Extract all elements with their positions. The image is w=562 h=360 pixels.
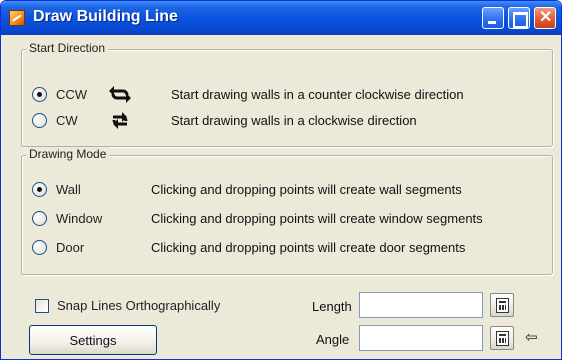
cw-radio[interactable] — [32, 113, 47, 128]
arrow-left-icon: ⇦ — [525, 329, 538, 346]
window-title: Draw Building Line — [33, 8, 178, 25]
calculator-icon — [496, 298, 509, 313]
rotate-cw-icon — [112, 112, 128, 129]
reverse-button[interactable]: ⇦ — [521, 326, 545, 350]
door-label: Door — [56, 240, 85, 255]
length-calculator-button[interactable] — [490, 293, 514, 317]
door-description: Clicking and dropping points will create… — [151, 240, 466, 255]
ccw-description: Start drawing walls in a counter clockwi… — [171, 87, 464, 102]
rotate-ccw-icon — [109, 86, 131, 103]
draw-building-line-dialog: Draw Building Line ✕ Start Direction CCW… — [0, 0, 562, 360]
close-icon: ✕ — [539, 9, 553, 26]
wall-label: Wall — [56, 182, 81, 197]
angle-calculator-button[interactable] — [490, 326, 514, 350]
ccw-radio[interactable] — [32, 87, 47, 102]
settings-button[interactable]: Settings — [29, 325, 157, 355]
length-input[interactable] — [359, 292, 483, 318]
length-label: Length — [312, 299, 352, 314]
ccw-label: CCW — [56, 87, 88, 102]
start-direction-legend: Start Direction — [26, 41, 109, 55]
drawing-mode-legend: Drawing Mode — [26, 147, 110, 161]
close-button[interactable]: ✕ — [534, 7, 556, 29]
wall-radio[interactable] — [32, 182, 47, 197]
start-direction-group: Start Direction CCW Start drawing walls … — [21, 41, 553, 147]
snap-label: Snap Lines Orthographically — [57, 298, 221, 313]
wall-description: Clicking and dropping points will create… — [151, 182, 462, 197]
window-label: Window — [56, 211, 103, 226]
cw-label: CW — [56, 113, 78, 128]
window-description: Clicking and dropping points will create… — [151, 211, 483, 226]
maximize-button[interactable] — [508, 7, 530, 29]
door-radio[interactable] — [32, 240, 47, 255]
window-radio[interactable] — [32, 211, 47, 226]
title-bar[interactable]: Draw Building Line ✕ — [1, 1, 561, 35]
cw-description: Start drawing walls in a clockwise direc… — [171, 113, 417, 128]
snap-checkbox[interactable] — [35, 299, 49, 313]
drawing-mode-group: Drawing Mode Wall Clicking and dropping … — [21, 147, 553, 275]
app-icon — [9, 10, 25, 26]
angle-input[interactable] — [359, 325, 483, 351]
minimize-button[interactable] — [482, 7, 504, 29]
calculator-icon — [496, 331, 509, 346]
angle-label: Angle — [316, 332, 350, 347]
